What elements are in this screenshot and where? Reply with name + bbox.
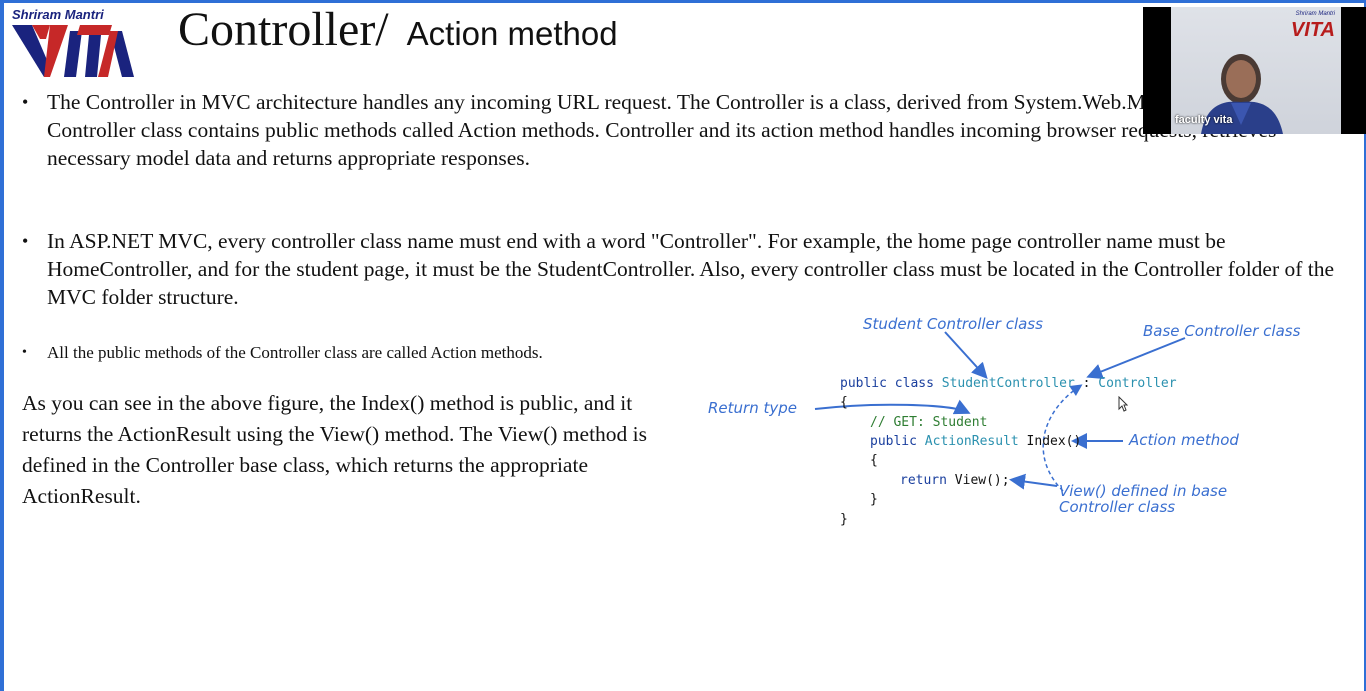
bullet-dot: • <box>22 92 29 112</box>
bullet-dot: • <box>22 345 27 360</box>
annotation-action-method: Action method <box>1129 431 1239 449</box>
explanation-paragraph: As you can see in the above figure, the … <box>22 391 648 508</box>
controller-diagram: Student Controller class Base Controller… <box>695 308 1355 578</box>
arrow-return-type <box>814 399 971 415</box>
annotation-view-defined-line2: Controller class <box>1059 498 1176 516</box>
code-line-class-declaration: public class StudentController : Control… <box>840 376 1177 391</box>
annotation-student-controller-class: Student Controller class <box>863 315 1043 333</box>
code-line-return: return View(); <box>900 473 1010 488</box>
bullet-dot: • <box>22 231 29 251</box>
code-line-action-method: public ActionResult Index() <box>870 434 1081 449</box>
bullet-text: All the public methods of the Controller… <box>47 343 543 362</box>
arrow-base-class <box>1086 337 1186 379</box>
participant-video-tile[interactable]: Shriram Mantri VITA faculty vita <box>1143 7 1366 134</box>
vita-logo: Shriram Mantri <box>10 7 135 77</box>
participant-name: faculty vita <box>1175 114 1233 126</box>
annotation-base-controller-class: Base Controller class <box>1143 322 1301 340</box>
code-separator: : <box>1074 376 1099 391</box>
code-class-name: StudentController <box>941 376 1075 391</box>
code-keyword: public class <box>840 376 942 391</box>
code-return-type: ActionResult <box>924 434 1019 449</box>
vita-wordmark-icon <box>12 25 134 77</box>
code-open-brace: { <box>840 395 848 410</box>
arrow-view-method <box>1009 473 1058 490</box>
arrow-student-class <box>944 331 988 379</box>
code-keyword: public <box>870 434 925 449</box>
code-inner-open-brace: { <box>870 453 878 468</box>
code-inner-close-brace: } <box>870 492 878 507</box>
bullet-text: In ASP.NET MVC, every controller class n… <box>47 229 1335 309</box>
title-main: Controller/ <box>178 3 389 56</box>
code-comment: // GET: Student <box>870 415 988 430</box>
code-close-brace: } <box>840 512 848 527</box>
code-view-call: View(); <box>946 473 1010 488</box>
annotation-return-type: Return type <box>708 399 797 417</box>
code-base-class: Controller <box>1098 376 1177 391</box>
title-sub: Action method <box>406 15 618 52</box>
code-method-name: Index() <box>1018 434 1082 449</box>
mouse-cursor-icon <box>1118 396 1128 412</box>
slide-title: Controller/ Action method <box>178 2 618 57</box>
video-feed: Shriram Mantri VITA faculty vita <box>1171 7 1341 134</box>
code-keyword: return <box>900 473 947 488</box>
